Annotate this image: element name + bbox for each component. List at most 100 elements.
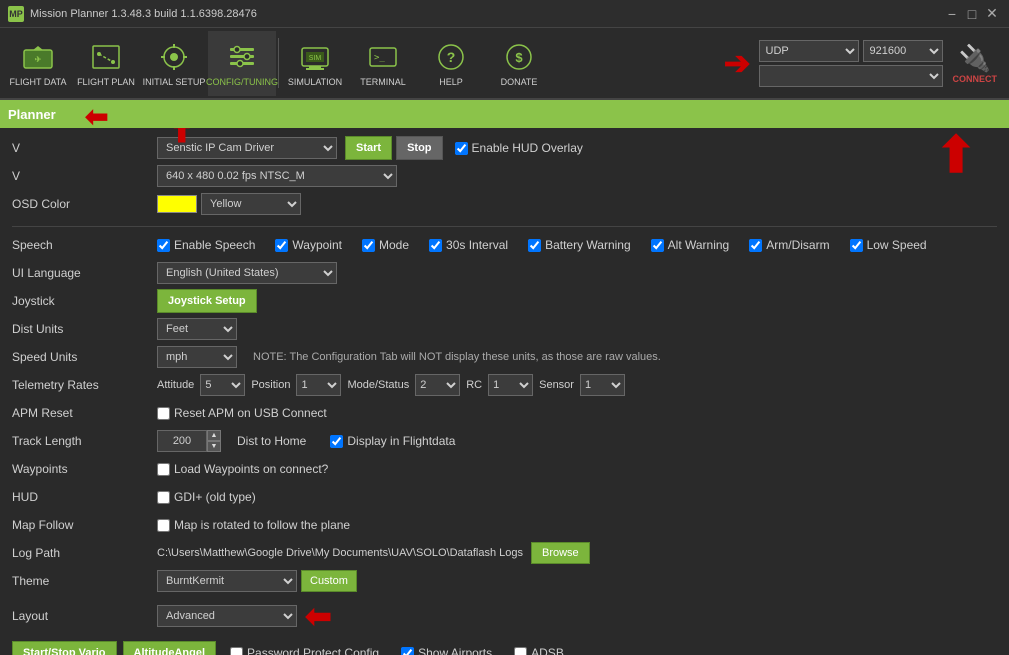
theme-select[interactable]: BurntKermit Default Blue <box>157 570 297 592</box>
waypoints-check[interactable]: Load Waypoints on connect? <box>157 462 328 476</box>
start-button[interactable]: Start <box>345 136 392 160</box>
enable-speech-cb[interactable] <box>157 239 170 252</box>
battery-warning-check[interactable]: Battery Warning <box>528 238 631 252</box>
toolbar-simulation[interactable]: SIM SIMULATION <box>281 31 349 96</box>
enable-speech-check[interactable]: Enable Speech <box>157 238 255 252</box>
apm-reset-check[interactable]: Reset APM on USB Connect <box>157 406 327 420</box>
connect-button[interactable]: 🔌 CONNECT <box>953 43 998 84</box>
telemetry-rates-row: Telemetry Rates Attitude 51234 Position … <box>12 373 997 397</box>
track-length-down[interactable]: ▼ <box>207 441 221 452</box>
format-select[interactable]: 640 x 480 0.02 fps NTSC_M <box>157 165 397 187</box>
map-follow-cb[interactable] <box>157 519 170 532</box>
adsb-cb[interactable] <box>514 647 527 655</box>
position-select[interactable]: 123 <box>296 374 341 396</box>
planner-label: Planner <box>8 107 56 122</box>
title-bar: MP Mission Planner 1.3.48.3 build 1.1.63… <box>0 0 1009 28</box>
enable-hud-check[interactable]: Enable HUD Overlay <box>455 141 583 155</box>
telemetry-rates-label: Telemetry Rates <box>12 378 157 392</box>
toolbar-config-tuning[interactable]: CONFIG/TUNING <box>208 31 276 96</box>
start-stop-vario-button[interactable]: Start/Stop Vario <box>12 641 117 655</box>
display-flightdata-check[interactable]: Display in Flightdata <box>330 434 455 448</box>
browse-button[interactable]: Browse <box>531 542 590 564</box>
svg-text:$: $ <box>515 50 523 65</box>
enable-hud-checkbox[interactable] <box>455 142 468 155</box>
toolbar-terminal[interactable]: >_ TERMINAL <box>349 31 417 96</box>
hud-check[interactable]: GDI+ (old type) <box>157 490 256 504</box>
track-length-up[interactable]: ▲ <box>207 430 221 441</box>
mode-cb[interactable] <box>362 239 375 252</box>
connection-bar: ➔ UDP TCP Serial 921600 115200 57600 <box>724 40 1005 87</box>
mode-status-select[interactable]: 213 <box>415 374 460 396</box>
svg-text:?: ? <box>447 49 456 65</box>
custom-button[interactable]: Custom <box>301 570 357 592</box>
joystick-setup-button[interactable]: Joystick Setup <box>157 289 257 313</box>
svg-text:SIM: SIM <box>309 55 322 62</box>
sensor-label: Sensor <box>539 379 574 391</box>
telemetry-rates-group: Attitude 51234 Position 123 Mode/Status … <box>157 374 625 396</box>
layout-select[interactable]: Advanced Basic Standard <box>157 605 297 627</box>
speed-units-select[interactable]: mph kph knots <box>157 346 237 368</box>
waypoint-cb[interactable] <box>275 239 288 252</box>
divider-1 <box>12 226 997 227</box>
interval-cb[interactable] <box>429 239 442 252</box>
toolbar-donate[interactable]: $ DONATE <box>485 31 553 96</box>
waypoint-check[interactable]: Waypoint <box>275 238 342 252</box>
low-speed-check[interactable]: Low Speed <box>850 238 927 252</box>
show-airports-cb[interactable] <box>401 647 414 655</box>
protocol-select[interactable]: UDP TCP Serial <box>759 40 859 62</box>
help-label: HELP <box>439 77 463 87</box>
port-select[interactable] <box>759 65 943 87</box>
initial-setup-label: INITIAL SETUP <box>143 77 206 87</box>
hud-cb[interactable] <box>157 491 170 504</box>
toolbar-flight-data[interactable]: ✈ FLIGHT DATA <box>4 31 72 96</box>
sensor-select[interactable]: 123 <box>580 374 625 396</box>
interval-check[interactable]: 30s Interval <box>429 238 508 252</box>
toolbar-flight-plan[interactable]: FLIGHT PLAN <box>72 31 140 96</box>
attitude-select[interactable]: 51234 <box>200 374 245 396</box>
connect-plug-icon: 🔌 <box>959 43 991 74</box>
map-follow-label: Map Follow <box>12 518 157 532</box>
display-flightdata-cb[interactable] <box>330 435 343 448</box>
attitude-label: Attitude <box>157 379 194 391</box>
minimize-button[interactable]: − <box>943 5 961 23</box>
osd-color-select[interactable]: Yellow <box>201 193 301 215</box>
mode-check[interactable]: Mode <box>362 238 409 252</box>
stop-button[interactable]: Stop <box>396 136 442 160</box>
arrow-layout: ⬅ <box>305 597 332 635</box>
low-speed-cb[interactable] <box>850 239 863 252</box>
adsb-check[interactable]: ADSB <box>514 646 564 655</box>
help-icon: ? <box>433 39 469 75</box>
password-protect-check[interactable]: Password Protect Config <box>230 646 379 655</box>
flight-data-icon: ✈ <box>20 39 56 75</box>
apm-reset-cb[interactable] <box>157 407 170 420</box>
dist-to-home-label: Dist to Home <box>237 434 306 448</box>
flight-plan-icon <box>88 39 124 75</box>
ui-language-select[interactable]: English (United States) <box>157 262 337 284</box>
arm-disarm-check[interactable]: Arm/Disarm <box>749 238 829 252</box>
log-path-label: Log Path <box>12 546 157 560</box>
altitude-angel-button[interactable]: AltitudeAngel <box>123 641 217 655</box>
maximize-button[interactable]: □ <box>963 5 981 23</box>
toolbar-help[interactable]: ? HELP <box>417 31 485 96</box>
alt-warning-cb[interactable] <box>651 239 664 252</box>
baud-select[interactable]: 921600 115200 57600 <box>863 40 943 62</box>
osd-color-row: OSD Color Yellow <box>12 192 997 216</box>
config-tuning-label: CONFIG/TUNING <box>206 77 278 87</box>
track-length-input[interactable] <box>157 430 207 452</box>
config-tuning-icon <box>224 39 260 75</box>
map-follow-check[interactable]: Map is rotated to follow the plane <box>157 518 350 532</box>
log-path-row: Log Path C:\Users\Matthew\Google Drive\M… <box>12 541 997 565</box>
arm-disarm-cb[interactable] <box>749 239 762 252</box>
main-toolbar: ✈ FLIGHT DATA FLIGHT PLAN <box>0 28 1009 100</box>
close-button[interactable]: ✕ <box>983 5 1001 23</box>
dist-units-select[interactable]: Feet Meters <box>157 318 237 340</box>
toolbar-initial-setup[interactable]: INITIAL SETUP <box>140 31 208 96</box>
show-airports-check[interactable]: Show Airports <box>401 646 492 655</box>
password-protect-cb[interactable] <box>230 647 243 655</box>
battery-warning-cb[interactable] <box>528 239 541 252</box>
alt-warning-check[interactable]: Alt Warning <box>651 238 730 252</box>
waypoints-cb[interactable] <box>157 463 170 476</box>
svg-text:>_: >_ <box>374 53 385 63</box>
rc-select[interactable]: 123 <box>488 374 533 396</box>
toolbar-separator <box>278 38 279 88</box>
